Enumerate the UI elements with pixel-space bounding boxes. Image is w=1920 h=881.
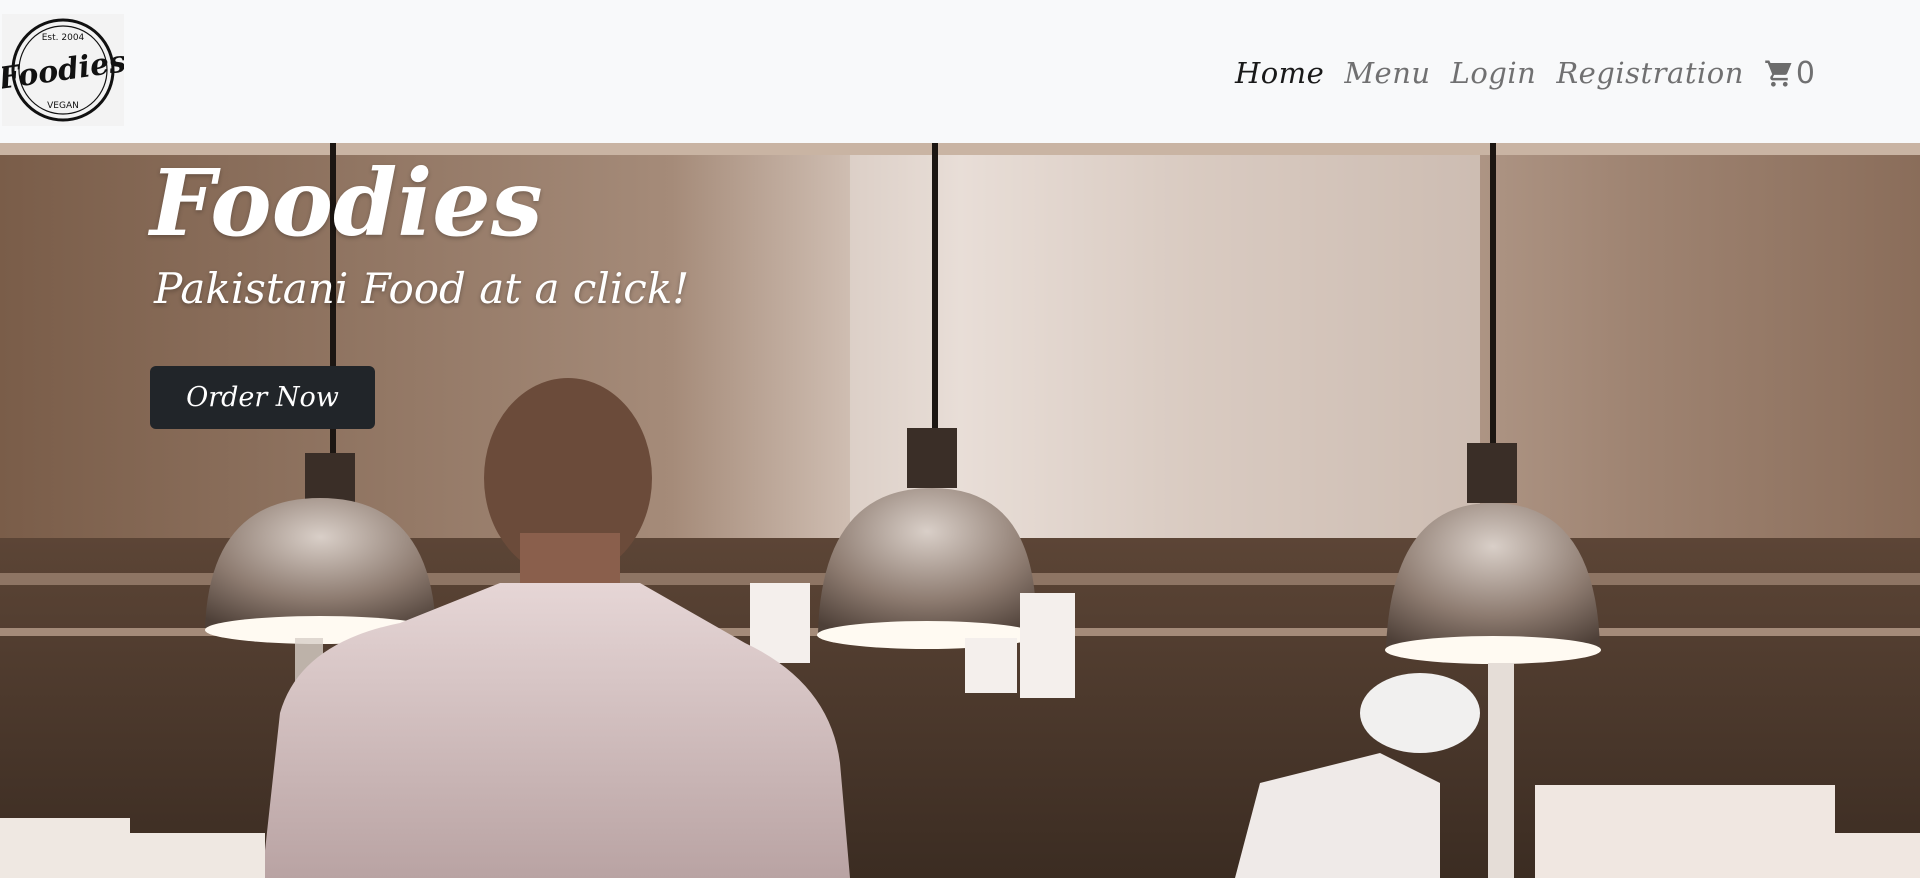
hero-banner: Foodies Pakistani Food at a click! Order… bbox=[0, 143, 1920, 878]
order-now-button[interactable]: Order Now bbox=[150, 366, 375, 429]
cart-icon bbox=[1765, 60, 1792, 87]
nav-home[interactable]: Home bbox=[1235, 56, 1324, 90]
cart-count: 0 bbox=[1795, 55, 1815, 91]
brand-logo[interactable]: Est. 2004 Foodies VEGAN bbox=[2, 14, 124, 126]
svg-text:Foodies: Foodies bbox=[2, 44, 124, 97]
nav-login[interactable]: Login bbox=[1451, 56, 1537, 90]
hero-title: Foodies bbox=[150, 149, 543, 257]
foodies-logo-icon: Est. 2004 Foodies VEGAN bbox=[2, 18, 124, 122]
svg-text:Est. 2004: Est. 2004 bbox=[42, 33, 85, 43]
hero-content: Foodies Pakistani Food at a click! bbox=[150, 149, 690, 314]
cart-link[interactable]: 0 bbox=[1764, 56, 1815, 91]
nav-menu[interactable]: Menu bbox=[1344, 56, 1430, 90]
navbar: Est. 2004 Foodies VEGAN Home Menu Login … bbox=[0, 0, 1920, 143]
hero-subtitle: Pakistani Food at a click! bbox=[154, 264, 690, 314]
nav-registration[interactable]: Registration bbox=[1556, 56, 1744, 90]
svg-text:VEGAN: VEGAN bbox=[47, 101, 79, 111]
nav-links: Home Menu Login Registration 0 bbox=[1235, 50, 1815, 96]
